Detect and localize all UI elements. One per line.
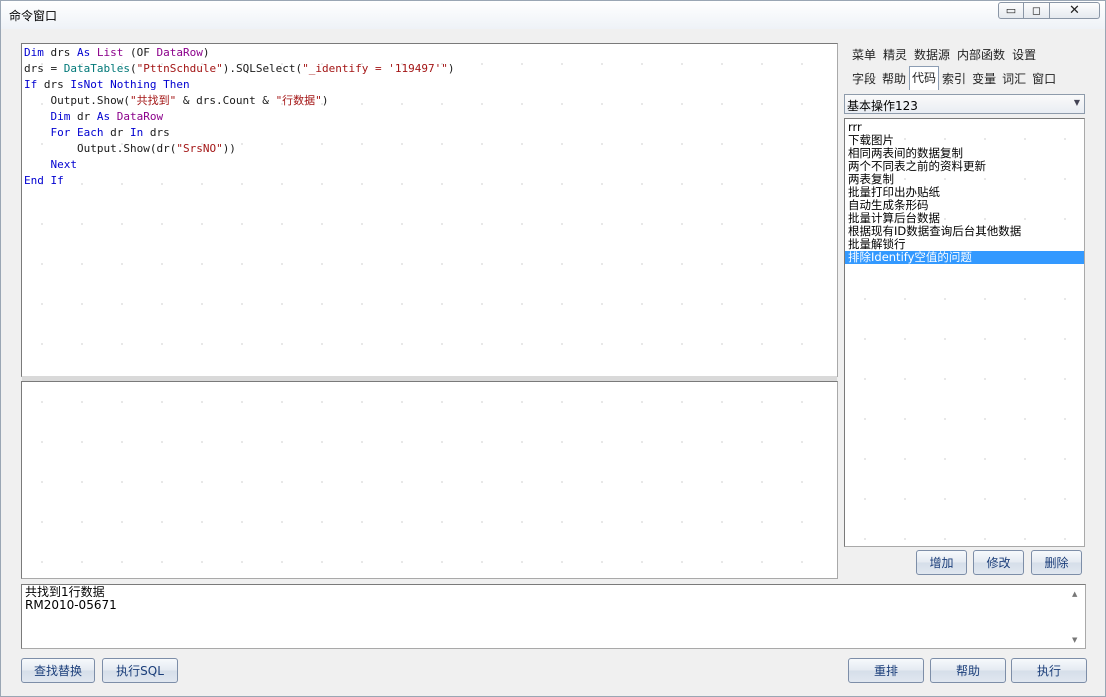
code-token: & drs.Count & <box>176 94 276 107</box>
edit-snippet-button[interactable]: 修改 <box>973 550 1024 575</box>
help-button[interactable]: 帮助 <box>930 658 1006 683</box>
code-token: Output.Show(dr( <box>24 142 177 155</box>
side-menu-bar: 菜单 精灵 数据源 内部函数 设置 <box>852 46 1043 63</box>
code-token: DataTables <box>63 62 130 75</box>
chevron-down-icon: ▼ <box>1073 98 1080 107</box>
code-token: "SrsNO" <box>176 142 223 155</box>
code-line: For Each dr In drs <box>24 125 455 141</box>
output-line: RM2010-05671 <box>25 598 117 612</box>
tab-window[interactable]: 窗口 <box>1029 68 1059 90</box>
code-token: If <box>50 174 64 187</box>
tab-help[interactable]: 帮助 <box>879 68 909 90</box>
code-token: "PttnSchdule" <box>136 62 223 75</box>
code-token: drs <box>37 78 71 91</box>
code-token: Dim <box>24 46 44 59</box>
code-token: In <box>130 126 144 139</box>
code-token: For <box>50 126 71 139</box>
code-token: ).SQLSelect( <box>222 62 303 75</box>
code-token: As <box>96 110 111 123</box>
maximize-button[interactable]: ◻ <box>1024 2 1050 19</box>
code-token: Output.Show( <box>24 94 130 107</box>
code-token: "_identify = '119497'" <box>302 62 448 75</box>
run-button[interactable]: 执行 <box>1011 658 1087 683</box>
code-token: dr <box>70 110 97 123</box>
code-line: Output.Show("共找到" & drs.Count & "行数据") <box>24 93 455 109</box>
secondary-editor[interactable] <box>21 381 838 579</box>
side-menu-item[interactable]: 精灵 <box>883 46 907 63</box>
code-line: Output.Show(dr("SrsNO")) <box>24 141 455 157</box>
code-editor[interactable]: Dim drs As List (OF DataRow) drs = DataTa… <box>21 43 838 377</box>
minimize-icon: ▭ <box>1005 4 1017 17</box>
delete-snippet-button[interactable]: 删除 <box>1031 550 1082 575</box>
code-token: Nothing <box>110 78 157 91</box>
code-token: (OF <box>123 46 157 59</box>
code-line: End If <box>24 173 455 189</box>
window-title: 命令窗口 <box>9 9 58 23</box>
close-button[interactable]: ✕ <box>1050 2 1100 19</box>
find-replace-button[interactable]: 查找替换 <box>21 658 95 683</box>
code-token: Each <box>77 126 104 139</box>
scroll-down-icon[interactable]: ▼ <box>1072 636 1077 644</box>
code-token: drs <box>43 46 77 59</box>
reorder-button[interactable]: 重排 <box>848 658 924 683</box>
tab-index[interactable]: 索引 <box>939 68 969 90</box>
code-token: Dim <box>50 110 71 123</box>
side-menu-item[interactable]: 内部函数 <box>957 46 1005 63</box>
code-token: DataRow <box>116 110 164 123</box>
code-snippet-list[interactable]: rrr 下载图片 相同两表间的数据复制 两个不同表之前的资料更新 两表复制 批量打印出办贴… <box>844 118 1085 547</box>
maximize-icon: ◻ <box>1031 4 1042 17</box>
code-token: "共找到" <box>129 94 177 107</box>
code-line: If drs IsNot Nothing Then <box>24 77 455 93</box>
code-line: drs = DataTables("PttnSchdule").SQLSelec… <box>24 61 455 77</box>
tab-vocabulary[interactable]: 词汇 <box>999 68 1029 90</box>
code-token: ( <box>129 62 137 75</box>
code-token: ) <box>321 94 329 107</box>
code-token: )) <box>222 142 236 155</box>
list-item[interactable]: 排除Identify空值的问题 <box>845 251 1084 264</box>
tab-fields[interactable]: 字段 <box>849 68 879 90</box>
output-panel[interactable]: 共找到1行数据 RM2010-05671 <box>21 584 1086 649</box>
tab-variables[interactable]: 变量 <box>969 68 999 90</box>
close-icon: ✕ <box>1069 3 1080 18</box>
code-token: IsNot <box>70 78 104 91</box>
code-token: drs <box>143 126 170 139</box>
title-bar[interactable]: 命令窗口 ▭ ◻ ✕ <box>1 1 1105 29</box>
code-token: "行数据" <box>275 94 322 107</box>
code-token: drs = <box>24 62 64 75</box>
code-token: ) <box>447 62 455 75</box>
side-menu-item[interactable]: 数据源 <box>914 46 950 63</box>
code-token: Then <box>163 78 190 91</box>
code-line: Dim dr As DataRow <box>24 109 455 125</box>
output-line: 共找到1行数据 <box>25 585 105 599</box>
command-window: 命令窗口 ▭ ◻ ✕ Dim drs As List (OF DataRow) d… <box>0 0 1106 697</box>
code-token: ) <box>202 46 210 59</box>
minimize-button[interactable]: ▭ <box>998 2 1024 19</box>
side-menu-item[interactable]: 菜单 <box>852 46 876 63</box>
code-token: Next <box>50 158 78 171</box>
code-token: List <box>96 46 124 59</box>
code-token: End <box>24 174 44 187</box>
code-token: If <box>24 78 38 91</box>
code-category-value: 基本操作123 <box>847 99 918 113</box>
code-token: dr <box>103 126 130 139</box>
execute-sql-button[interactable]: 执行SQL <box>102 658 178 683</box>
add-snippet-button[interactable]: 增加 <box>916 550 967 575</box>
side-menu-item[interactable]: 设置 <box>1012 46 1036 63</box>
code-line: Next <box>24 157 455 173</box>
side-tab-bar: 字段 帮助 代码 索引 变量 词汇 窗口 <box>849 66 1059 90</box>
code-category-select[interactable]: 基本操作123 ▼ <box>844 94 1085 114</box>
code-token: As <box>77 46 91 59</box>
scroll-up-icon[interactable]: ▲ <box>1072 590 1077 598</box>
code-token: DataRow <box>156 46 203 59</box>
code-text: Dim drs As List (OF DataRow) drs = DataTa… <box>24 45 455 189</box>
code-line: Dim drs As List (OF DataRow) <box>24 45 455 61</box>
tab-code[interactable]: 代码 <box>909 66 940 90</box>
